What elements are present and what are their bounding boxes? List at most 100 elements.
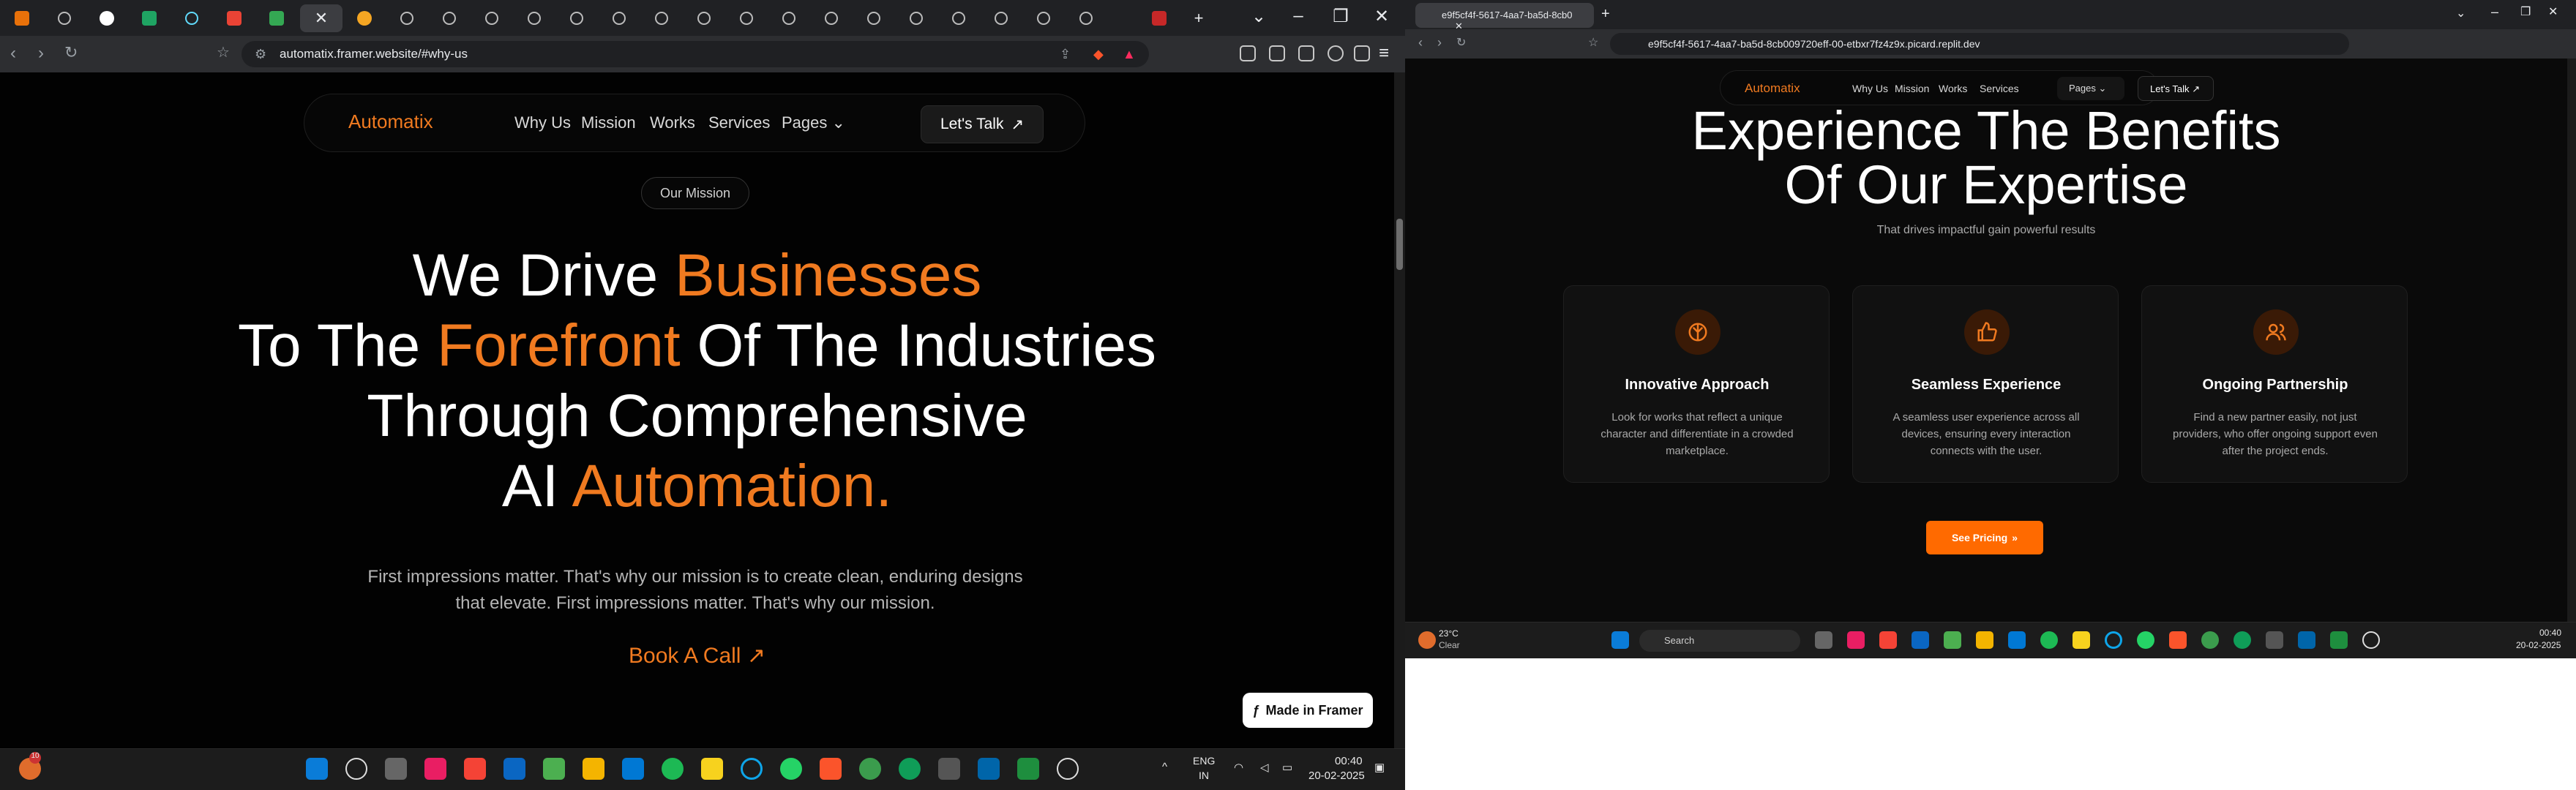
app-icon[interactable] bbox=[2201, 631, 2219, 649]
wallet-icon[interactable] bbox=[1298, 45, 1314, 61]
weather-condition[interactable]: Clear bbox=[1439, 640, 1460, 650]
tab-search-icon[interactable]: ⌄ bbox=[2456, 6, 2465, 20]
terminal-icon[interactable] bbox=[2266, 631, 2283, 649]
page-scrollbar[interactable] bbox=[2567, 59, 2576, 622]
url-text[interactable]: e9f5cf4f-5617-4aa7-ba5d-8cb009720eff-00-… bbox=[1648, 38, 1980, 50]
nav-why-us[interactable]: Why Us bbox=[1852, 83, 1888, 94]
tab-16[interactable] bbox=[643, 4, 681, 32]
url-text[interactable]: automatix.framer.website/#why-us bbox=[280, 47, 468, 61]
taskbar-search[interactable]: Search bbox=[1639, 630, 1800, 652]
whatsapp-icon[interactable] bbox=[2137, 631, 2154, 649]
edge-icon[interactable] bbox=[899, 758, 921, 780]
nav-works[interactable]: Works bbox=[650, 113, 695, 132]
start-icon[interactable] bbox=[306, 758, 328, 780]
forward-icon[interactable]: › bbox=[38, 43, 44, 64]
tab-active[interactable]: ✕ bbox=[300, 4, 342, 32]
wifi-icon[interactable]: ◠ bbox=[1234, 761, 1243, 774]
tab-13[interactable] bbox=[515, 4, 553, 32]
lets-talk-button[interactable]: Let's Talk ↗ bbox=[921, 105, 1044, 143]
clock-date[interactable]: 20-02-2025 bbox=[2516, 640, 2561, 650]
tab-search-icon[interactable]: ⌄ bbox=[1244, 6, 1273, 27]
language-code[interactable]: ENG bbox=[1193, 755, 1215, 767]
tab-20[interactable] bbox=[812, 4, 850, 32]
lets-talk-button[interactable]: Let's Talk ↗ bbox=[2138, 76, 2214, 101]
app-icon[interactable] bbox=[1879, 631, 1897, 649]
bookmark-icon[interactable]: ☆ bbox=[217, 43, 230, 61]
app-icon[interactable] bbox=[464, 758, 486, 780]
reload-icon[interactable]: ↻ bbox=[64, 43, 78, 62]
tab-9[interactable] bbox=[345, 4, 383, 32]
start-icon[interactable] bbox=[1611, 631, 1629, 649]
tab-27[interactable] bbox=[1140, 4, 1178, 32]
nav-mission[interactable]: Mission bbox=[1895, 83, 1929, 94]
close-tab-icon[interactable]: ✕ bbox=[315, 9, 328, 28]
app-icon[interactable] bbox=[2330, 631, 2348, 649]
site-settings-icon[interactable]: ⚙ bbox=[255, 47, 266, 62]
nav-services[interactable]: Services bbox=[708, 113, 770, 132]
brand-logo[interactable]: Automatix bbox=[1745, 81, 1800, 96]
brave-icon[interactable] bbox=[820, 758, 842, 780]
reload-icon[interactable]: ↻ bbox=[1456, 35, 1466, 50]
tab-14[interactable] bbox=[558, 4, 596, 32]
back-icon[interactable]: ‹ bbox=[10, 43, 16, 64]
tab-18[interactable] bbox=[727, 4, 765, 32]
app-icon[interactable] bbox=[859, 758, 881, 780]
weather-temp[interactable]: 23°C bbox=[1439, 628, 1459, 639]
nav-services[interactable]: Services bbox=[1980, 83, 2019, 94]
file-explorer-icon[interactable] bbox=[583, 758, 604, 780]
sidebar-icon[interactable] bbox=[1269, 45, 1285, 61]
book-call-link[interactable]: Book A Call ↗ bbox=[0, 643, 1394, 669]
notification-icon[interactable]: ▣ bbox=[1374, 761, 1385, 774]
magnifier-icon[interactable] bbox=[2362, 631, 2380, 649]
tab-2[interactable] bbox=[45, 4, 83, 32]
sticky-notes-icon[interactable] bbox=[2073, 631, 2090, 649]
clock-date[interactable]: 20-02-2025 bbox=[1308, 770, 1365, 782]
close-window-button[interactable]: ✕ bbox=[2548, 4, 2558, 19]
scrollbar-thumb[interactable] bbox=[1396, 219, 1403, 270]
tab-1[interactable] bbox=[3, 4, 41, 32]
nav-mission[interactable]: Mission bbox=[581, 113, 636, 132]
nav-works[interactable]: Works bbox=[1939, 83, 1967, 94]
volume-icon[interactable]: ◁ bbox=[1260, 761, 1269, 774]
weather-icon[interactable] bbox=[1418, 631, 1436, 649]
leo-icon[interactable] bbox=[1328, 45, 1344, 61]
tab-3[interactable] bbox=[88, 4, 126, 32]
outlook-icon[interactable] bbox=[622, 758, 644, 780]
tab-25[interactable] bbox=[1025, 4, 1063, 32]
new-tab-button[interactable]: + bbox=[1601, 6, 1610, 23]
minimize-button[interactable]: – bbox=[1284, 6, 1313, 26]
clock-time[interactable]: 00:40 bbox=[1335, 755, 1363, 767]
close-window-button[interactable]: ✕ bbox=[1367, 6, 1396, 27]
made-in-framer-badge[interactable]: ƒ Made in Framer bbox=[1243, 693, 1373, 728]
nav-pages[interactable]: Pages ⌄ bbox=[782, 113, 845, 132]
tab-19[interactable] bbox=[770, 4, 808, 32]
app-icon[interactable] bbox=[1847, 631, 1865, 649]
new-tab-button[interactable]: + bbox=[1180, 4, 1218, 32]
search-icon[interactable] bbox=[345, 758, 367, 780]
clock-time[interactable]: 00:40 bbox=[2539, 628, 2561, 638]
spotify-icon[interactable] bbox=[662, 758, 684, 780]
minimize-button[interactable]: – bbox=[2491, 4, 2498, 20]
restore-button[interactable]: ❐ bbox=[1326, 6, 1355, 27]
address-bar[interactable]: e9f5cf4f-5617-4aa7-ba5d-8cb009720eff-00-… bbox=[1610, 33, 2349, 55]
tab-7[interactable] bbox=[258, 4, 296, 32]
tab-10[interactable] bbox=[388, 4, 426, 32]
restore-button[interactable]: ❐ bbox=[2520, 4, 2531, 19]
tab-4[interactable] bbox=[130, 4, 168, 32]
task-view-icon[interactable] bbox=[1815, 631, 1832, 649]
brave-icon[interactable] bbox=[2169, 631, 2187, 649]
cortana-icon[interactable] bbox=[2105, 631, 2122, 649]
vscode-icon[interactable] bbox=[2298, 631, 2315, 649]
tab-12[interactable] bbox=[473, 4, 511, 32]
brave-shield-icon[interactable]: ◆ bbox=[1093, 47, 1104, 62]
tab-24[interactable] bbox=[982, 4, 1020, 32]
tab-26[interactable] bbox=[1067, 4, 1105, 32]
back-icon[interactable]: ‹ bbox=[1418, 35, 1423, 50]
tab-17[interactable] bbox=[685, 4, 723, 32]
task-view-icon[interactable] bbox=[385, 758, 407, 780]
brave-rewards-icon[interactable]: ▲ bbox=[1123, 47, 1136, 62]
sticky-notes-icon[interactable] bbox=[701, 758, 723, 780]
extensions-icon[interactable] bbox=[1240, 45, 1256, 61]
address-bar[interactable]: ⚙ automatix.framer.website/#why-us ⇪ ◆ ▲ bbox=[242, 41, 1149, 67]
region-code[interactable]: IN bbox=[1199, 770, 1209, 781]
